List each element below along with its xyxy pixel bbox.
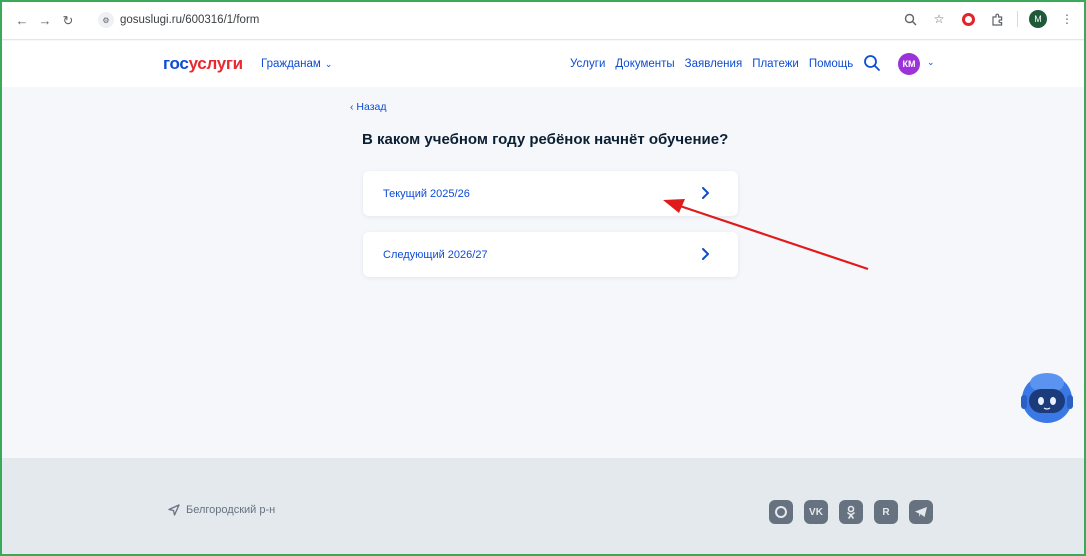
- option-next-year[interactable]: Следующий 2026/27: [363, 232, 738, 277]
- nav-item-services[interactable]: Услуги: [570, 58, 605, 70]
- option-label: Текущий 2025/26: [383, 187, 470, 200]
- back-arrow-icon[interactable]: ←: [12, 11, 32, 31]
- browser-actions: ☆ M ⋮: [901, 10, 1076, 28]
- nav-item-payments[interactable]: Платежи: [752, 58, 799, 70]
- chevron-right-icon: [702, 187, 709, 199]
- gosuslugi-logo[interactable]: госуслуги: [163, 54, 243, 74]
- robot-assistant-icon[interactable]: [1020, 369, 1074, 425]
- footer: Белгородский р-н VK R: [2, 458, 1084, 554]
- top-nav: Услуги Документы Заявления Платежи Помощ…: [570, 58, 853, 70]
- bookmark-star-icon[interactable]: ☆: [930, 10, 948, 28]
- citizens-menu[interactable]: Гражданам ⌄: [261, 58, 332, 70]
- vk-icon[interactable]: VK: [804, 500, 828, 524]
- user-avatar[interactable]: КМ: [898, 53, 920, 75]
- browser-profile-avatar[interactable]: M: [1029, 10, 1047, 28]
- nav-item-documents[interactable]: Документы: [615, 58, 674, 70]
- region-selector[interactable]: Белгородский р-н: [168, 504, 275, 516]
- browser-toolbar: ← → ↻ ⚙ gosuslugi.ru/600316/1/form ☆ M ⋮: [2, 2, 1084, 40]
- search-icon[interactable]: [863, 54, 881, 72]
- forward-arrow-icon[interactable]: →: [35, 11, 55, 31]
- logo-part-gos: гос: [163, 54, 189, 73]
- option-label: Следующий 2026/27: [383, 248, 488, 261]
- location-arrow-icon: [168, 504, 180, 516]
- citizens-menu-label: Гражданам: [261, 58, 321, 70]
- ok-icon[interactable]: [839, 500, 863, 524]
- chevron-right-icon: [702, 248, 709, 260]
- reload-icon[interactable]: ↻: [58, 11, 78, 31]
- telegram-icon[interactable]: [909, 500, 933, 524]
- site-info-icon[interactable]: ⚙: [98, 12, 114, 28]
- chevron-down-icon[interactable]: ⌄: [927, 57, 935, 68]
- option-current-year[interactable]: Текущий 2025/26: [363, 171, 738, 216]
- toolbar-separator: [1017, 11, 1018, 27]
- rutube-icon[interactable]: R: [874, 500, 898, 524]
- zoom-icon[interactable]: [901, 10, 919, 28]
- address-bar[interactable]: ⚙ gosuslugi.ru/600316/1/form: [92, 8, 1012, 32]
- nav-item-applications[interactable]: Заявления: [685, 58, 743, 70]
- back-link[interactable]: ‹ Назад: [350, 101, 387, 113]
- extensions-icon[interactable]: [988, 10, 1006, 28]
- more-menu-icon[interactable]: ⋮: [1058, 10, 1076, 28]
- max-icon[interactable]: [769, 500, 793, 524]
- social-links: VK R: [769, 500, 933, 524]
- logo-part-uslugi: услуги: [188, 54, 244, 73]
- region-label: Белгородский р-н: [186, 504, 276, 516]
- opera-extension-icon[interactable]: [959, 10, 977, 28]
- site-header: госуслуги Гражданам ⌄ Услуги Документы За…: [2, 41, 1084, 87]
- screenshot-frame: ← → ↻ ⚙ gosuslugi.ru/600316/1/form ☆ M ⋮…: [0, 0, 1086, 556]
- url-text[interactable]: gosuslugi.ru/600316/1/form: [120, 14, 259, 26]
- chevron-down-icon: ⌄: [324, 59, 333, 69]
- page-title: В каком учебном году ребёнок начнёт обуч…: [362, 131, 729, 148]
- nav-item-help[interactable]: Помощь: [809, 58, 853, 70]
